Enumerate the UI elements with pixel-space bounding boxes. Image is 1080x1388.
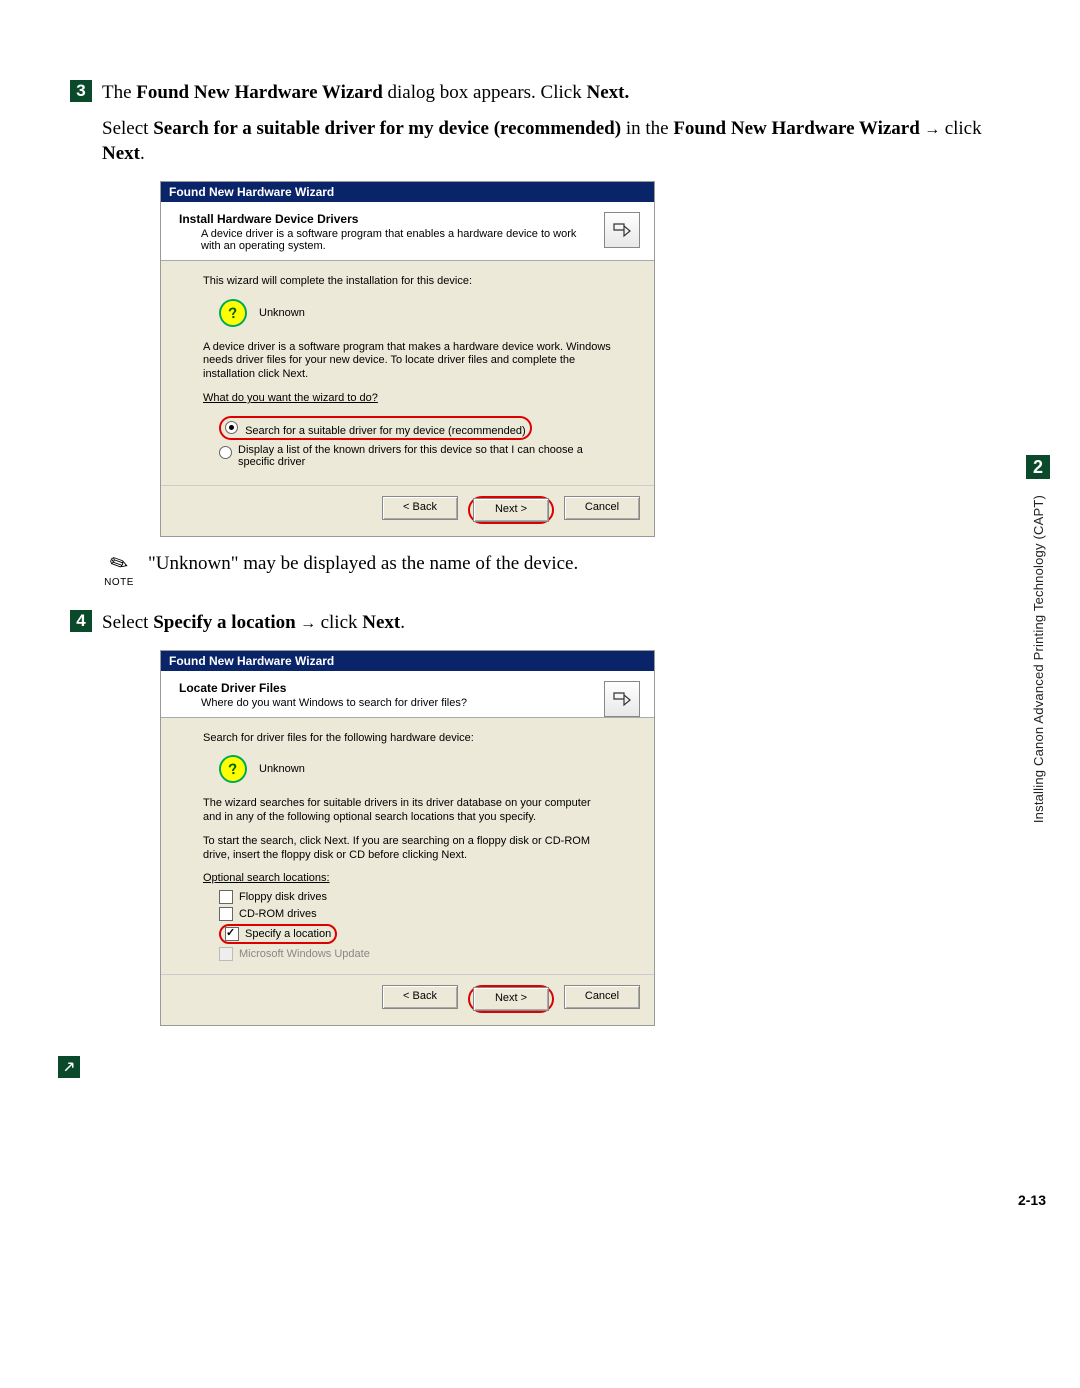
checkbox-windows-update: Microsoft Windows Update <box>219 947 612 961</box>
hardware-wizard-dialog-2: Found New Hardware Wizard Locate Driver … <box>160 650 655 1027</box>
note-text: "Unknown" may be displayed as the name o… <box>148 551 578 577</box>
text: . <box>140 143 145 164</box>
text: Select <box>102 118 153 139</box>
optional-locations-label: Optional search locations: <box>203 872 612 886</box>
text: The wizard searches for suitable drivers… <box>203 797 612 825</box>
step-3: 3 The Found New Hardware Wizard dialog b… <box>70 80 1010 167</box>
checkbox-icon <box>219 907 233 921</box>
checkbox-label: Specify a location <box>245 928 331 940</box>
radio-display-list[interactable]: Display a list of the known drivers for … <box>219 444 612 468</box>
hardware-icon <box>604 681 640 717</box>
dialog-footer: < Back Next > Cancel <box>161 974 654 1025</box>
checkbox-label: CD-ROM drives <box>239 908 317 920</box>
note-label: NOTE <box>104 577 134 588</box>
back-button[interactable]: < Back <box>382 985 458 1009</box>
text: Found New Hardware Wizard <box>673 118 919 139</box>
text: Search for a suitable driver for my devi… <box>153 118 621 139</box>
text: . <box>400 612 405 633</box>
dialog-footer: < Back Next > Cancel <box>161 485 654 536</box>
note-icon: ✎ NOTE <box>104 551 134 588</box>
step-4-text: Select Specify a location → click Next. <box>102 610 405 636</box>
checkbox-floppy[interactable]: Floppy disk drives <box>219 890 612 904</box>
radio-icon <box>225 421 238 434</box>
radio-icon <box>219 446 232 459</box>
wizard-question: What do you want the wizard to do? <box>203 392 612 406</box>
text: Select <box>102 612 153 633</box>
dialog-titlebar: Found New Hardware Wizard <box>161 182 654 202</box>
checkbox-icon <box>225 927 239 941</box>
arrow-icon: → <box>296 615 321 632</box>
back-button[interactable]: < Back <box>382 496 458 520</box>
step-number: 3 <box>70 80 92 102</box>
device-name: Unknown <box>259 307 305 319</box>
dialog-titlebar: Found New Hardware Wizard <box>161 651 654 671</box>
dialog-header-subtitle: Where do you want Windows to search for … <box>201 697 581 709</box>
text: dialog box appears. Click <box>383 82 587 103</box>
step-4: 4 Select Specify a location → click Next… <box>70 610 1010 636</box>
dialog-header: Locate Driver Files Where do you want Wi… <box>161 671 654 718</box>
radio-search-driver[interactable]: Search for a suitable driver for my devi… <box>219 416 612 440</box>
cancel-button[interactable]: Cancel <box>564 496 640 520</box>
chapter-tab: 2 <box>1026 455 1050 479</box>
highlight-oval: Specify a location <box>219 924 337 944</box>
checkbox-label: Microsoft Windows Update <box>239 948 370 960</box>
text: Next. <box>586 82 629 103</box>
text: A device driver is a software program th… <box>203 341 612 382</box>
checkbox-icon <box>219 890 233 904</box>
radio-label: Display a list of the known drivers for … <box>238 444 612 468</box>
text: Found New Hardware Wizard <box>136 82 382 103</box>
radio-label: Search for a suitable driver for my devi… <box>245 425 526 437</box>
highlight-oval: Next > <box>468 985 554 1013</box>
text: Next <box>102 143 140 164</box>
next-button[interactable]: Next > <box>473 987 549 1011</box>
unknown-device-icon: ? <box>217 296 249 328</box>
next-button[interactable]: Next > <box>473 498 549 522</box>
checkbox-specify-location[interactable]: Specify a location <box>219 924 612 944</box>
device-name: Unknown <box>259 763 305 775</box>
text: click <box>321 612 363 633</box>
checkbox-label: Floppy disk drives <box>239 891 327 903</box>
page-link-icon[interactable] <box>58 1056 80 1078</box>
page-number: 2-13 <box>1018 1192 1046 1208</box>
device-row: ? Unknown <box>219 755 612 783</box>
text: The <box>102 82 136 103</box>
text: in the <box>621 118 673 139</box>
step-3-text: The Found New Hardware Wizard dialog box… <box>102 80 1010 167</box>
text: Next <box>362 612 400 633</box>
text: To start the search, click Next. If you … <box>203 835 612 863</box>
text: click <box>945 118 982 139</box>
dialog-body: This wizard will complete the installati… <box>161 261 654 485</box>
hardware-wizard-dialog-1: Found New Hardware Wizard Install Hardwa… <box>160 181 655 537</box>
cancel-button[interactable]: Cancel <box>564 985 640 1009</box>
text: This wizard will complete the installati… <box>203 275 612 289</box>
text: Search for driver files for the followin… <box>203 732 612 746</box>
dialog-header-title: Locate Driver Files <box>179 681 636 695</box>
checkbox-cdrom[interactable]: CD-ROM drives <box>219 907 612 921</box>
step-number: 4 <box>70 610 92 632</box>
device-row: ? Unknown <box>219 299 612 327</box>
unknown-device-icon: ? <box>217 753 249 785</box>
text: Specify a location <box>153 612 296 633</box>
hardware-icon <box>604 212 640 248</box>
highlight-oval: Search for a suitable driver for my devi… <box>219 416 532 440</box>
dialog-body: Search for driver files for the followin… <box>161 718 654 975</box>
checkbox-icon <box>219 947 233 961</box>
note: ✎ NOTE "Unknown" may be displayed as the… <box>104 551 1010 588</box>
highlight-oval: Next > <box>468 496 554 524</box>
dialog-header: Install Hardware Device Drivers A device… <box>161 202 654 261</box>
dialog-header-title: Install Hardware Device Drivers <box>179 212 636 226</box>
dialog-header-subtitle: A device driver is a software program th… <box>201 228 581 252</box>
arrow-icon: → <box>920 121 945 138</box>
chapter-label: Installing Canon Advanced Printing Techn… <box>1031 495 1046 823</box>
